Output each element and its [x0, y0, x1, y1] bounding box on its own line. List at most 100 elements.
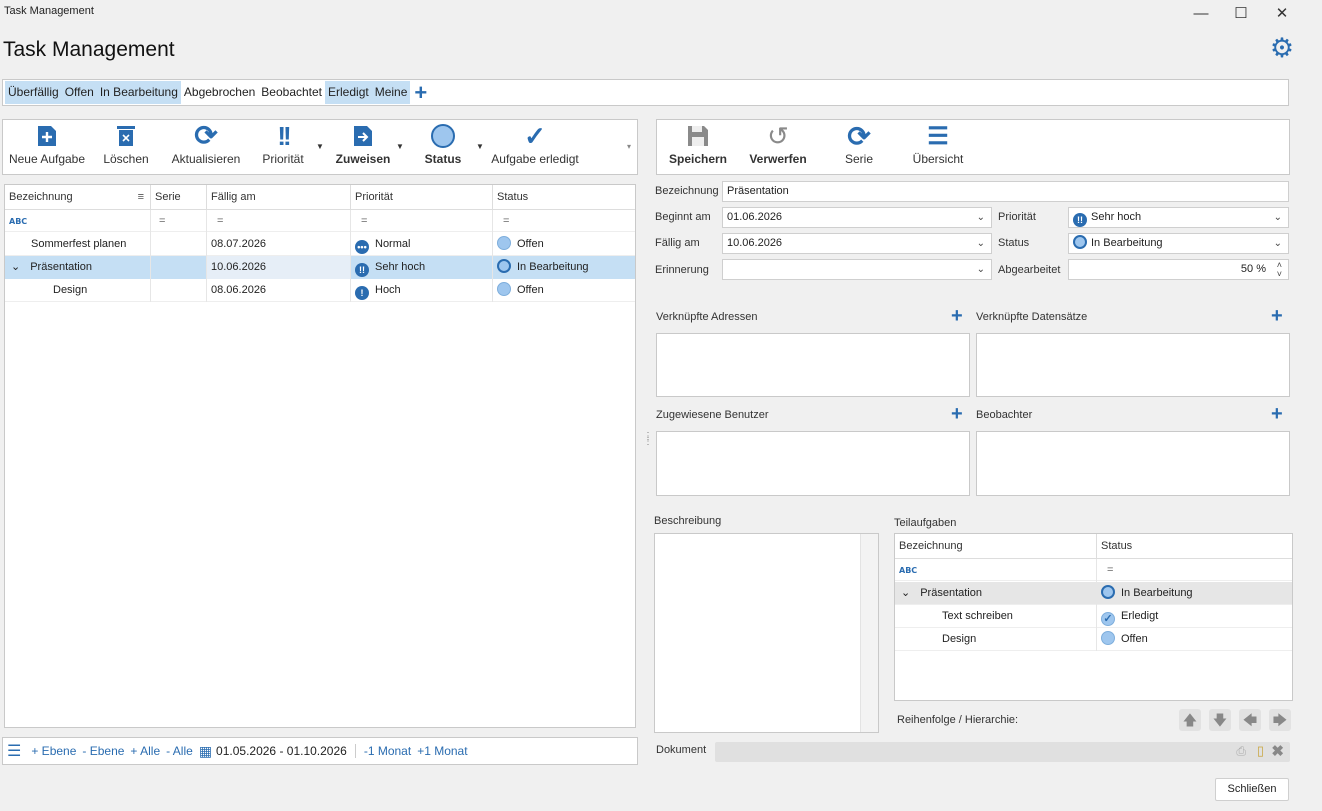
filter-tab-beobachtet[interactable]: Beobachtet [258, 81, 325, 104]
priority-dropdown-icon[interactable]: ▼ [316, 142, 324, 151]
col-header-faellig[interactable]: Fällig am [207, 185, 351, 209]
remove-document-icon[interactable]: ✖ [1271, 742, 1284, 760]
task-done-button[interactable]: ✓ Aufgabe erledigt [487, 120, 583, 175]
close-button[interactable]: Schließen [1215, 778, 1289, 801]
add-level-link[interactable]: + Ebene [31, 744, 76, 758]
document-field[interactable]: ⎙ ▯ ✖ [715, 742, 1290, 762]
expand-all-link[interactable]: + Alle [130, 744, 160, 758]
new-task-button[interactable]: Neue Aufgabe [5, 120, 89, 175]
move-up-icon[interactable]: 🡅 [1179, 709, 1201, 731]
remove-level-link[interactable]: - Ebene [82, 744, 124, 758]
table-row[interactable]: Sommerfest planen 08.07.2026 ••• Normal O… [5, 233, 635, 256]
scan-icon[interactable]: ⎙ [1236, 744, 1246, 759]
collapse-chevron-icon[interactable]: ⌄ [901, 587, 910, 599]
chevron-down-icon[interactable]: ⌄ [977, 234, 985, 253]
filter-tab-meine[interactable]: Meine [371, 81, 411, 104]
gear-icon[interactable]: ⚙ [1268, 34, 1296, 62]
filter-eq[interactable]: = [351, 210, 493, 233]
series-button[interactable]: ⟳ Serie [829, 120, 889, 175]
subtask-col-status[interactable]: Status [1097, 534, 1292, 558]
refresh-button[interactable]: ⟳ Aktualisieren [169, 120, 243, 175]
chevron-down-icon[interactable]: ⌄ [1274, 208, 1282, 227]
move-right-icon[interactable]: 🡆 [1269, 709, 1291, 731]
table-row-selected[interactable]: ⌄ Präsentation 10.06.2026 !! Sehr hoch In … [5, 256, 635, 279]
subtask-row[interactable]: Design Offen [895, 628, 1292, 651]
filter-tab-offen[interactable]: Offen [61, 81, 97, 104]
add-filter-icon[interactable]: + [414, 81, 427, 103]
text-filter-icon[interactable]: ABC [9, 217, 27, 226]
table-row[interactable]: Design 08.06.2026 ! Hoch Offen [5, 279, 635, 302]
col-header-prioritaet[interactable]: Priorität [351, 185, 493, 209]
splitter-handle[interactable]: ⋮ ⋮ [643, 432, 653, 447]
status-dropdown-icon[interactable]: ▼ [476, 142, 484, 151]
save-button[interactable]: Speichern [667, 120, 729, 175]
scrollbar[interactable] [860, 534, 878, 732]
col-header-bezeichnung[interactable]: Bezeichnung ≡ [5, 185, 151, 209]
move-left-icon[interactable]: 🡄 [1239, 709, 1261, 731]
subtask-row[interactable]: ⌄ Präsentation In Bearbeitung [895, 582, 1292, 605]
prioritaet-select[interactable]: !! Sehr hoch ⌄ [1068, 207, 1289, 228]
minus-month-link[interactable]: -1 Monat [364, 744, 411, 758]
filter-eq[interactable]: = [151, 210, 207, 233]
chevron-down-icon[interactable]: ⌄ [1274, 234, 1282, 253]
move-down-icon[interactable]: 🡇 [1209, 709, 1231, 731]
subtask-filter-row: ABC = [895, 558, 1292, 582]
assign-dropdown-icon[interactable]: ▼ [396, 142, 404, 151]
task-priority: ••• Normal [351, 233, 493, 256]
add-watcher-icon[interactable]: + [1271, 404, 1283, 424]
delete-button[interactable]: Löschen [95, 120, 157, 175]
subtask-row[interactable]: Text schreiben ✓ Erledigt [895, 605, 1292, 628]
refresh-icon: ⟳ [194, 120, 218, 151]
toolbar-overflow-icon[interactable]: ▾ [627, 142, 631, 151]
records-list[interactable] [976, 333, 1290, 397]
refresh-label: Aktualisieren [171, 152, 241, 166]
maximize-button[interactable]: ☐ [1221, 2, 1261, 24]
task-name: Design [5, 279, 151, 302]
close-window-button[interactable]: ✕ [1262, 2, 1302, 24]
text-filter-icon[interactable]: ABC [899, 566, 917, 575]
overview-button[interactable]: ☰ Übersicht [905, 120, 971, 175]
subtask-status: ✓ Erledigt [1097, 605, 1292, 628]
plus-month-link[interactable]: +1 Monat [417, 744, 467, 758]
minimize-button[interactable]: — [1181, 2, 1221, 24]
users-list[interactable] [656, 431, 970, 496]
status-select[interactable]: In Bearbeitung ⌄ [1068, 233, 1289, 254]
delete-icon [117, 126, 135, 146]
filter-eq[interactable]: = [207, 210, 351, 233]
col-header-serie[interactable]: Serie [151, 185, 207, 209]
priority-button[interactable]: !! Priorität [255, 120, 311, 175]
watchers-list[interactable] [976, 431, 1290, 496]
abgearbeitet-spinner[interactable]: 50 % ˄ ˅ [1068, 259, 1289, 280]
filter-icon[interactable]: ≡ [138, 185, 144, 209]
addresses-list[interactable] [656, 333, 970, 397]
col-header-status[interactable]: Status [493, 185, 635, 209]
list-icon[interactable]: ☰ [7, 741, 21, 761]
assign-button[interactable]: Zuweisen [333, 120, 393, 175]
collapse-chevron-icon[interactable]: ⌄ [11, 261, 20, 273]
chevron-down-icon[interactable]: ⌄ [977, 208, 985, 227]
add-record-icon[interactable]: + [1271, 306, 1283, 326]
add-address-icon[interactable]: + [951, 306, 963, 326]
new-document-icon[interactable]: ▯ [1257, 743, 1264, 759]
filter-eq[interactable]: = [493, 210, 635, 233]
filter-tab-erledigt[interactable]: Erledigt [325, 81, 372, 104]
add-user-icon[interactable]: + [951, 404, 963, 424]
beginnt-date-field[interactable]: 01.06.2026 ⌄ [722, 207, 992, 228]
filter-tab-abgebrochen[interactable]: Abgebrochen [181, 81, 258, 104]
description-textarea[interactable] [654, 533, 879, 733]
subtask-col-bezeichnung[interactable]: Bezeichnung [895, 534, 1097, 558]
faellig-date-field[interactable]: 10.06.2026 ⌄ [722, 233, 992, 254]
spinner-icon[interactable]: ˄ ˅ [1277, 261, 1282, 279]
discard-button[interactable]: ↺ Verwerfen [747, 120, 809, 175]
chevron-down-icon[interactable]: ⌄ [977, 260, 985, 279]
filter-tab-ueberfaellig[interactable]: Überfällig [5, 81, 62, 104]
collapse-all-link[interactable]: - Alle [166, 744, 193, 758]
calendar-icon[interactable]: ▦ [199, 743, 212, 760]
benutzer-label: Zugewiesene Benutzer [656, 409, 769, 421]
bezeichnung-field[interactable]: Präsentation [722, 181, 1289, 202]
filter-eq[interactable]: = [1097, 559, 1292, 582]
filter-tab-in-bearbeitung[interactable]: In Bearbeitung [96, 81, 181, 104]
overview-label: Übersicht [912, 152, 964, 166]
status-button[interactable]: Status [415, 120, 471, 175]
erinnerung-field[interactable]: ⌄ [722, 259, 992, 280]
